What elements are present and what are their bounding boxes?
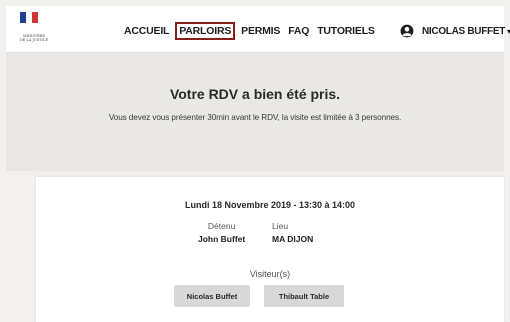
french-flag-icon xyxy=(20,12,38,23)
detenu-block: Détenu John Buffet xyxy=(198,221,245,244)
nav-item-faq[interactable]: FAQ xyxy=(286,23,311,39)
detenu-value: John Buffet xyxy=(198,234,246,244)
nav-item-tutoriels[interactable]: TUTORIELS xyxy=(315,23,377,39)
nav-item-accueil[interactable]: ACCUEIL xyxy=(122,23,171,39)
lieu-value: MA DIJON xyxy=(272,234,314,244)
logo-caption: MINISTÈRE DE LA JUSTICE xyxy=(19,34,49,42)
appointment-datetime: Lundi 18 Novembre 2019 - 13:30 à 14:00 xyxy=(184,200,356,210)
nav-item-permis[interactable]: PERMIS xyxy=(239,23,282,39)
top-navigation-bar: MINISTÈRE DE LA JUSTICE ACCUEIL PARLOIRS… xyxy=(6,6,510,53)
confirmation-banner: Votre RDV a bien été pris. Vous devez vo… xyxy=(6,53,504,171)
user-menu[interactable]: NICOLAS BUFFET ▾ xyxy=(400,24,510,38)
main-nav: ACCUEIL PARLOIRS PERMIS FAQ TUTORIELS xyxy=(122,22,381,40)
appointment-card: Lundi 18 Novembre 2019 - 13:30 à 14:00 D… xyxy=(36,177,504,322)
account-circle-icon xyxy=(400,24,414,38)
visitor-chip[interactable]: Thibault Table xyxy=(264,285,344,307)
visitor-chip[interactable]: Nicolas Buffet xyxy=(174,285,250,307)
confirmation-title: Votre RDV a bien été pris. xyxy=(169,86,341,102)
ministry-logo[interactable]: MINISTÈRE DE LA JUSTICE xyxy=(20,12,48,46)
detenu-label: Détenu xyxy=(207,221,236,231)
confirmation-message: Vous devez vous présenter 30min avant le… xyxy=(108,113,402,122)
user-name: NICOLAS BUFFET xyxy=(422,25,506,37)
lieu-label: Lieu xyxy=(272,221,289,231)
visitors-label: Visiteur(s) xyxy=(249,269,291,279)
lieu-block: Lieu MA DIJON xyxy=(272,221,313,244)
nav-item-parloirs[interactable]: PARLOIRS xyxy=(175,22,236,40)
